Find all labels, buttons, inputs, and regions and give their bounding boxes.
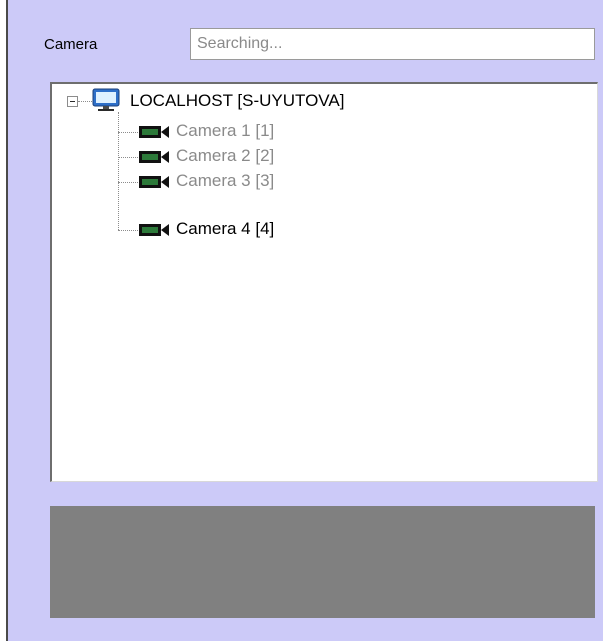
monitor-icon <box>92 88 120 111</box>
tree-connector <box>118 157 138 158</box>
camera-icon <box>139 126 169 138</box>
window-left-border <box>0 0 8 641</box>
camera-tree[interactable]: LOCALHOST [S-UYUTOVA] Camera 1 [1] Camer… <box>50 82 598 482</box>
tree-connector <box>118 182 138 183</box>
tree-connector <box>118 132 138 133</box>
camera-icon <box>139 176 169 188</box>
camera-node-label[interactable]: Camera 2 [2] <box>176 146 274 166</box>
camera-icon <box>139 151 169 163</box>
camera-search-input[interactable] <box>190 28 595 60</box>
camera-node-label[interactable]: Camera 4 [4] <box>176 219 274 239</box>
collapse-toggle-icon[interactable] <box>67 96 78 107</box>
camera-node-label[interactable]: Camera 1 [1] <box>176 121 274 141</box>
host-node-label[interactable]: LOCALHOST [S-UYUTOVA] <box>130 91 344 111</box>
preview-area <box>50 506 595 618</box>
camera-icon <box>139 224 169 236</box>
camera-selector-window: Camera LOCALHOST [S-UYUTOVA] Camera 1 [1… <box>0 0 603 641</box>
tree-connector <box>118 230 138 231</box>
tree-connector <box>78 101 92 102</box>
tree-connector <box>118 112 119 230</box>
camera-label: Camera <box>44 36 98 53</box>
camera-node-label[interactable]: Camera 3 [3] <box>176 171 274 191</box>
